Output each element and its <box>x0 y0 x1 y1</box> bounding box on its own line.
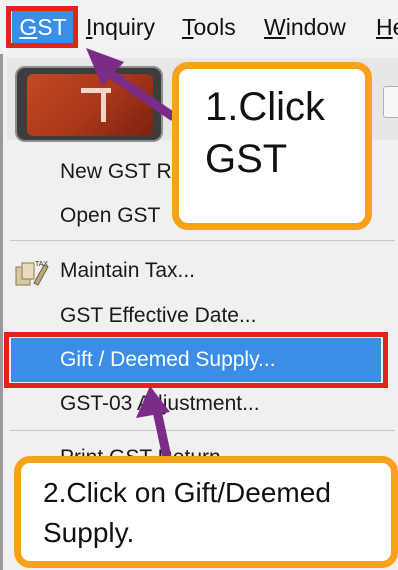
gst-app-icon[interactable] <box>15 66 163 142</box>
tax-icon: TAX <box>15 261 49 286</box>
callout-step-2-line-2: Supply. <box>43 517 135 548</box>
callout-step-1-line-1: 1.Click <box>205 85 326 129</box>
menu-item-new-gst-return[interactable]: New GST R <box>60 154 172 190</box>
menu-window-label: indow <box>285 14 346 40</box>
menu-help[interactable]: He <box>376 10 398 44</box>
menu-window-mnemonic: W <box>264 14 286 40</box>
gift-highlight-outline <box>4 332 388 388</box>
menu-item-maintain-tax[interactable]: Maintain Tax... <box>60 253 195 289</box>
menu-window[interactable]: Window <box>264 10 346 44</box>
menu-item-open-gst[interactable]: Open GST <box>60 198 160 234</box>
menu-separator <box>10 430 395 431</box>
gst-logo-glyph-icon <box>81 86 117 126</box>
menu-item-gst-03-adjustment[interactable]: GST-03 Adjustment... <box>60 386 260 422</box>
svg-text:TAX: TAX <box>35 261 48 268</box>
callout-step-1-line-2: GST <box>205 137 288 181</box>
screenshot-stage: GST Inquiry Tools Window He New GST R Op… <box>0 0 398 570</box>
menu-help-label: e <box>393 14 398 40</box>
callout-step-2-line-1: 2.Click on Gift/Deemed <box>43 477 331 508</box>
callout-step-1: 1.Click GST <box>172 62 372 230</box>
menu-item-gst-effective-date[interactable]: GST Effective Date... <box>60 298 256 334</box>
menu-inquiry-label: nquiry <box>92 14 156 40</box>
menu-tools-label: ools <box>193 14 236 40</box>
menu-tools[interactable]: Tools <box>182 10 236 44</box>
gst-highlight-outline <box>6 6 78 48</box>
callout-step-2: 2.Click on Gift/Deemed Supply. <box>14 456 398 568</box>
menu-inquiry[interactable]: Inquiry <box>86 10 155 44</box>
menu-separator <box>10 240 395 241</box>
menu-tools-mnemonic: T <box>182 14 194 40</box>
menu-bar: GST Inquiry Tools Window He <box>0 0 398 55</box>
menu-help-mnemonic: H <box>376 14 393 40</box>
gst-app-icon-face <box>27 74 153 136</box>
toolbar-scroll-button[interactable] <box>383 86 398 118</box>
